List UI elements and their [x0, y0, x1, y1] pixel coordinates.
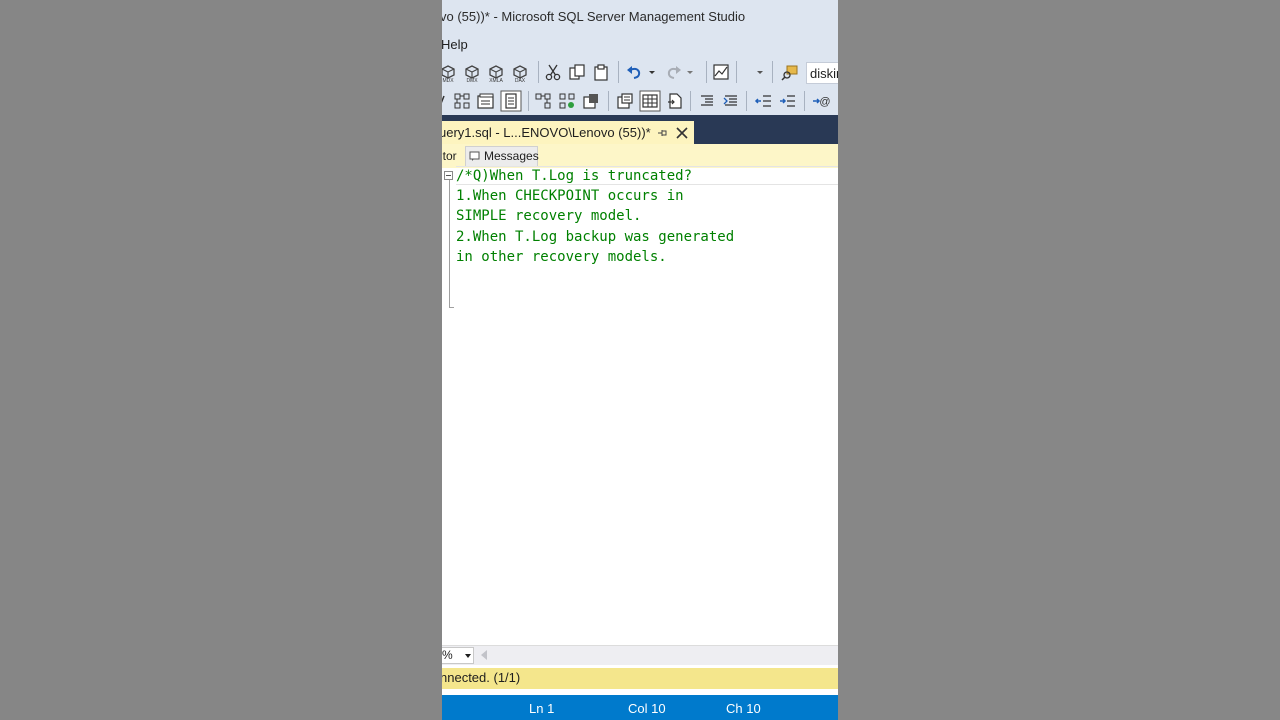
outline-fold-line [449, 180, 450, 308]
sql-editor-toolbar: @ [442, 88, 838, 115]
left-blur-backdrop [0, 0, 442, 720]
available-databases-dropdown[interactable]: diskin [806, 62, 838, 84]
results-to-grid-selected-icon[interactable] [500, 90, 522, 112]
toolbar-separator [618, 61, 619, 83]
toolbar-separator [746, 91, 747, 111]
activity-monitor-icon[interactable] [711, 62, 731, 82]
toolbar-separator [772, 61, 773, 83]
chevron-down-icon [465, 654, 471, 658]
toolbar-separator [528, 91, 529, 111]
status-bar: Ln 1 Col 10 Ch 10 [442, 695, 838, 720]
right-blur-backdrop [838, 0, 1280, 720]
query-options-icon[interactable] [476, 91, 496, 111]
editor-bottom-bar: % [442, 645, 838, 665]
toolbar-separator [736, 61, 737, 83]
xmla-query-icon[interactable]: XMLA [486, 62, 506, 82]
code-line: 2.When T.Log backup was generated [456, 229, 735, 245]
svg-text:DAX: DAX [515, 78, 526, 82]
character-number: Ch 10 [726, 701, 761, 716]
zoom-dropdown[interactable]: % [442, 647, 474, 664]
uncomment-lines-icon[interactable] [721, 91, 741, 111]
code-line: 1.When CHECKPOINT occurs in [456, 188, 684, 204]
code-line: in other recovery models. [456, 249, 667, 265]
svg-text:MDX: MDX [442, 78, 454, 82]
results-to-grid-icon[interactable] [639, 90, 661, 112]
svg-text:XMLA: XMLA [489, 78, 503, 82]
object-explorer-icon[interactable] [780, 62, 800, 82]
cut-icon[interactable] [543, 62, 563, 82]
increase-indent-icon[interactable] [778, 91, 798, 111]
include-actual-plan-icon[interactable] [533, 91, 553, 111]
collapse-region-icon[interactable] [444, 171, 453, 180]
query-subtabs: itor Messages [442, 144, 838, 168]
close-icon[interactable] [675, 126, 689, 140]
scroll-left-icon[interactable] [481, 650, 487, 660]
results-to-file-icon[interactable] [665, 91, 685, 111]
query-tab-label: uery1.sql - L...ENOVO\Lenovo (55))* [442, 125, 651, 140]
document-tab-strip: uery1.sql - L...ENOVO\Lenovo (55))* [442, 115, 838, 144]
paste-icon[interactable] [591, 62, 611, 82]
specify-template-values-icon[interactable]: @ [812, 91, 832, 111]
tab-messages[interactable]: Messages [465, 146, 539, 167]
toolbar-separator [706, 61, 707, 83]
dropdown-arrow-icon[interactable] [752, 62, 772, 82]
svg-text:@: @ [819, 96, 830, 108]
toolbar-separator [690, 91, 691, 111]
dax-query-icon[interactable]: DAX [510, 62, 530, 82]
tab-editor[interactable]: itor [442, 144, 457, 168]
code-line: /*Q)When T.Log is truncated? [456, 168, 693, 184]
tab-messages-label: Messages [484, 149, 539, 163]
toolbar-separator [608, 91, 609, 111]
display-estimated-plan-icon[interactable] [452, 91, 472, 111]
connection-status-text: nnected. (1/1) [442, 670, 521, 685]
decrease-indent-icon[interactable] [754, 91, 774, 111]
copy-icon[interactable] [567, 62, 587, 82]
pin-icon[interactable] [656, 127, 668, 139]
column-number: Col 10 [628, 701, 666, 716]
zoom-value: % [442, 648, 453, 662]
query-document-tab[interactable]: uery1.sql - L...ENOVO\Lenovo (55))* [442, 121, 694, 144]
outline-fold-end [449, 307, 454, 308]
toolbar-separator [538, 61, 539, 83]
code-line: SIMPLE recovery model. [456, 208, 642, 224]
window-title: vo (55))* - Microsoft SQL Server Managem… [442, 0, 838, 34]
menu-item-help[interactable]: Help [442, 34, 468, 56]
toolbar-separator [804, 91, 805, 111]
live-query-statistics-icon[interactable] [557, 91, 577, 111]
svg-text:DMX: DMX [466, 78, 478, 82]
connection-status-bar: nnected. (1/1) [442, 668, 838, 689]
standard-toolbar: MDX DMX XMLA DAX [442, 56, 838, 88]
undo-icon[interactable] [624, 62, 644, 82]
client-statistics-icon[interactable] [581, 91, 601, 111]
messages-icon [469, 151, 480, 161]
line-number: Ln 1 [529, 701, 555, 716]
ssms-window: vo (55))* - Microsoft SQL Server Managem… [442, 0, 838, 720]
menu-bar: Help [442, 34, 838, 56]
redo-dropdown-icon[interactable] [685, 62, 705, 82]
dmx-query-icon[interactable]: DMX [462, 62, 482, 82]
comment-lines-icon[interactable] [697, 91, 717, 111]
results-to-text-icon[interactable] [615, 91, 635, 111]
redo-icon[interactable] [664, 62, 684, 82]
mdx-query-icon[interactable]: MDX [442, 62, 458, 82]
query-editor[interactable]: /*Q)When T.Log is truncated? 1.When CHEC… [442, 166, 838, 645]
